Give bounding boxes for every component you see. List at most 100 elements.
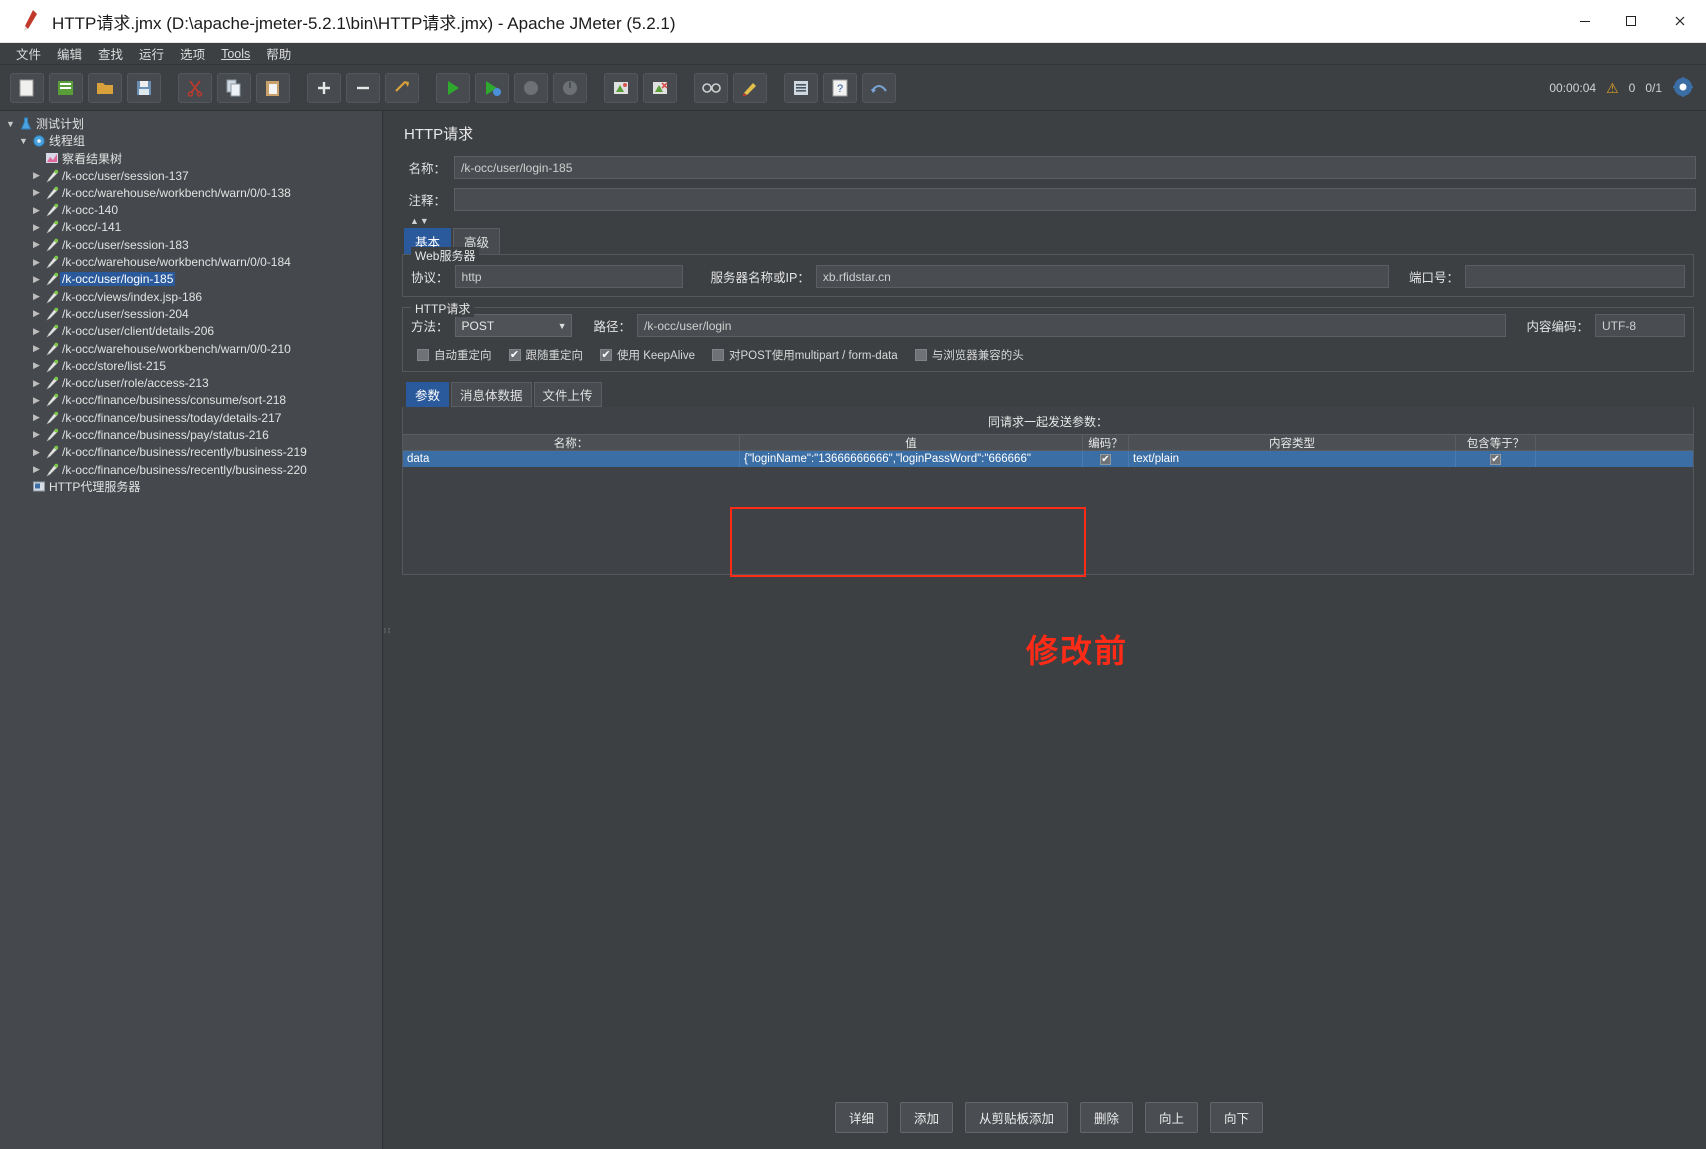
checkbox-checked-icon[interactable] [600,349,612,361]
toggle-button[interactable] [385,72,419,103]
expand-all-button[interactable] [307,72,341,103]
tree-toggle-collapsed-icon[interactable]: ▶ [30,343,43,354]
menu-options[interactable]: 选项 [172,42,213,65]
tree-toggle-collapsed-icon[interactable]: ▶ [30,291,43,302]
collapse-all-button[interactable] [346,72,380,103]
shutdown-button[interactable] [553,72,587,103]
menu-search[interactable]: 查找 [90,42,131,65]
cell-encode[interactable] [1083,451,1129,467]
tree-item[interactable]: ▶ /k-occ/-141 [0,219,382,236]
path-input[interactable]: /k-occ/user/login [637,314,1507,337]
templates-button[interactable] [49,72,83,103]
tree-item[interactable]: 察看结果树 [0,150,382,167]
comment-input[interactable] [454,188,1696,211]
tree-item[interactable]: ▼ 测试计划 [0,115,382,132]
test-plan-tree[interactable]: ▼ 测试计划 ▼ 线程组 察看结果树 ▶ /k-occ/user/session-137 ▶ /… [0,111,382,496]
save-button[interactable] [127,72,161,103]
tree-item[interactable]: ▶ /k-occ/user/session-204 [0,305,382,322]
tree-toggle-collapsed-icon[interactable]: ▶ [30,170,43,181]
tree-item[interactable]: ▼ 线程组 [0,132,382,149]
stop-button[interactable] [514,72,548,103]
checkbox-unchecked-icon[interactable] [417,349,429,361]
table-row[interactable]: data {"loginName":"13666666666","loginPa… [403,451,1693,467]
active-threads-icon[interactable] [1672,76,1694,101]
cell-content-type[interactable]: text/plain [1129,451,1456,467]
tree-toggle-collapsed-icon[interactable]: ▶ [30,274,43,285]
tree-item[interactable]: ▶ /k-occ/user/session-137 [0,167,382,184]
tree-toggle-collapsed-icon[interactable]: ▶ [30,239,43,250]
undo-redo-button[interactable] [862,72,896,103]
tree-toggle-collapsed-icon[interactable]: ▶ [30,205,43,216]
tree-item[interactable]: ▶ /k-occ/finance/business/consume/sort-21… [0,392,382,409]
warning-icon[interactable]: ⚠ [1606,80,1619,97]
cell-include-equals[interactable] [1456,451,1536,467]
menu-edit[interactable]: 编辑 [49,42,90,65]
protocol-input[interactable]: http [454,265,683,288]
checkbox-unchecked-icon[interactable] [711,349,724,361]
tree-toggle-collapsed-icon[interactable]: ▶ [30,429,43,440]
search-button[interactable] [694,72,728,103]
header-name[interactable]: 名称： [403,435,740,450]
tree-item[interactable]: ▶ /k-occ/user/role/access-213 [0,374,382,391]
delete-button[interactable]: 删除 [1080,1102,1134,1133]
http-option-checkbox[interactable]: 使用 KeepAlive [600,347,695,363]
menu-help[interactable]: 帮助 [258,42,299,65]
move-up-button[interactable]: 向上 [1145,1102,1199,1133]
panel-splitter[interactable]: :::: [383,111,393,1149]
encode-checkbox[interactable] [1100,453,1111,465]
tree-item[interactable]: ▶ /k-occ/user/client/details-206 [0,323,382,340]
method-select[interactable]: POST ▼ [454,314,572,337]
clear-all-button[interactable] [643,72,677,103]
tree-item[interactable]: ▶ /k-occ/user/login-185 [0,271,382,288]
minimize-button[interactable] [1562,0,1608,43]
parameters-table-container[interactable]: 同请求一起发送参数： 名称： 值 编码？ 内容类型 包含等于？ data {"l… [402,407,1694,575]
copy-button[interactable] [217,72,251,103]
detail-button[interactable]: 详细 [834,1102,888,1133]
clear-search-button[interactable] [733,72,767,103]
start-button[interactable] [436,72,470,103]
tree-toggle-collapsed-icon[interactable]: ▶ [30,308,43,319]
ptab-body-data[interactable]: 消息体数据 [451,382,532,407]
server-input[interactable]: xb.rfidstar.cn [815,265,1389,288]
tree-item[interactable]: ▶ /k-occ/warehouse/workbench/warn/0/0-210 [0,340,382,357]
tree-item[interactable]: ▶ /k-occ/finance/business/recently/busine… [0,444,382,461]
content-encoding-input[interactable]: UTF-8 [1595,314,1685,337]
cut-button[interactable] [178,72,212,103]
add-button[interactable]: 添加 [899,1102,953,1133]
function-helper-button[interactable] [784,72,818,103]
checkbox-checked-icon[interactable] [508,349,521,361]
tree-toggle-expanded-icon[interactable]: ▼ [4,119,17,129]
tree-item[interactable]: ▶ /k-occ/finance/business/recently/busine… [0,461,382,478]
maximize-button[interactable] [1608,0,1654,43]
tree-toggle-collapsed-icon[interactable]: ▶ [30,187,43,198]
open-button[interactable] [88,72,122,103]
tree-item[interactable]: ▶ /k-occ/warehouse/workbench/warn/0/0-184 [0,253,382,270]
tree-toggle-collapsed-icon[interactable]: ▶ [30,395,43,406]
cell-name[interactable]: data [403,451,740,467]
ptab-parameters[interactable]: 参数 [406,382,450,407]
collapse-expand-icons[interactable]: ▲▼ [410,216,1696,226]
menu-file[interactable]: 文件 [8,42,49,65]
tree-toggle-collapsed-icon[interactable]: ▶ [30,222,43,233]
header-content-type[interactable]: 内容类型 [1129,435,1456,450]
clear-button[interactable] [604,72,638,103]
start-no-timers-button[interactable] [475,72,509,103]
tree-item[interactable]: ▶ /k-occ/user/session-183 [0,236,382,253]
tree-item[interactable]: HTTP代理服务器 [0,478,382,495]
tree-item[interactable]: ▶ /k-occ-140 [0,201,382,218]
tree-item[interactable]: ▶ /k-occ/store/list-215 [0,357,382,374]
ptab-file-upload[interactable]: 文件上传 [533,382,602,407]
http-option-checkbox[interactable]: 跟随重定向 [508,347,583,363]
tree-toggle-collapsed-icon[interactable]: ▶ [30,447,43,458]
add-from-clipboard-button[interactable]: 从剪贴板添加 [964,1102,1068,1133]
tree-toggle-collapsed-icon[interactable]: ▶ [30,378,43,389]
help-button[interactable]: ? [823,72,857,103]
tree-toggle-collapsed-icon[interactable]: ▶ [30,464,43,475]
move-down-button[interactable]: 向下 [1210,1102,1264,1133]
include-equals-checkbox[interactable] [1490,453,1501,465]
http-option-checkbox[interactable]: 与浏览器兼容的头 [914,347,1024,363]
new-button[interactable] [10,72,44,103]
tree-toggle-collapsed-icon[interactable]: ▶ [30,257,43,268]
tree-toggle-expanded-icon[interactable]: ▼ [17,136,30,146]
header-include-equals[interactable]: 包含等于？ [1456,435,1536,450]
